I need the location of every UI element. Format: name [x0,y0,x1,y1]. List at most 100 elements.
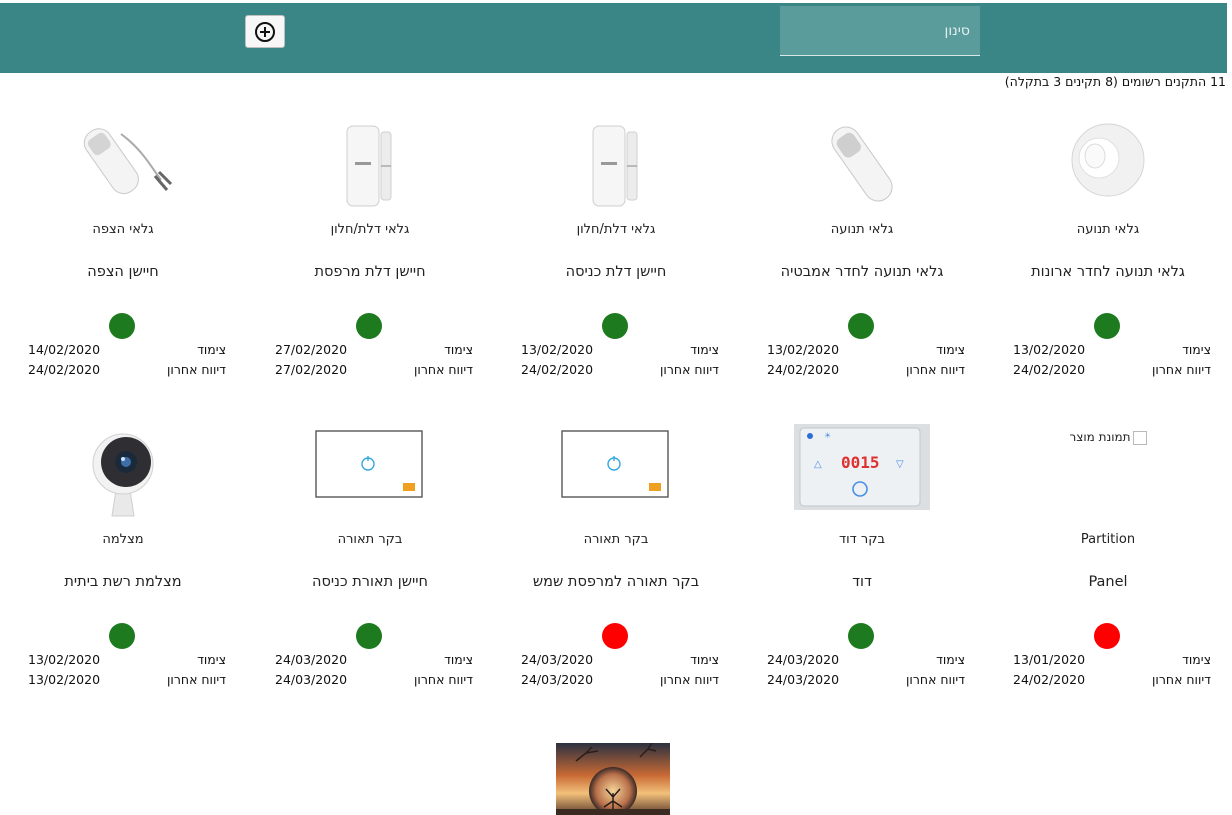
status-indicator [848,313,874,339]
last-report-label: דיווח אחרון [414,672,473,687]
last-report-date: 24/03/2020 [521,672,594,687]
device-type: גלאי דלת/חלון [330,222,410,237]
device-image [247,124,493,216]
device-card[interactable]: בקר תאורה חיישן תאורת כניסה צימוד 24/03/202… [247,430,493,730]
device-card[interactable]: מצלמה מצלמת רשת ביתית צימוד 13/02/2020 דיווח… [0,430,246,730]
last-report-date: 24/02/2020 [28,362,101,377]
device-type: גלאי הצפה [92,222,154,237]
last-report-label: דיווח אחרון [906,362,965,377]
device-image [739,120,985,212]
svg-text:▽: ▽ [896,459,904,470]
status-indicator [109,313,135,339]
device-image [247,430,493,522]
add-circle-icon [255,21,275,42]
device-type: גלאי תנועה [830,222,894,237]
last-report-label: דיווח אחרון [414,362,473,377]
device-card[interactable]: תמונת מוצר Partition Panel צימוד 13/01/2020 ד… [985,430,1231,730]
pairing-date: 13/02/2020 [28,652,101,667]
status-indicator [1094,313,1120,339]
device-card[interactable]: גלאי תנועה גלאי תנועה לחדר ארונות צימוד 13/… [985,120,1231,420]
last-report-date: 24/03/2020 [275,672,348,687]
device-name: גלאי תנועה לחדר ארונות [1031,264,1185,280]
add-device-button[interactable] [245,15,285,48]
svg-text:☀: ☀ [824,431,831,440]
last-report-date: 13/02/2020 [28,672,101,687]
pairing-label: צימוד [936,652,965,667]
last-report-label: דיווח אחרון [660,672,719,687]
device-type: מצלמה [102,532,144,547]
last-report-date: 24/03/2020 [767,672,840,687]
last-report-label: דיווח אחרון [1152,672,1211,687]
status-indicator [602,623,628,649]
status-indicator [356,313,382,339]
device-name: חיישן הצפה [87,264,159,280]
device-type: גלאי דלת/חלון [576,222,656,237]
device-card[interactable]: גלאי דלת/חלון חיישן דלת מרפסת צימוד 27/02/2… [247,120,493,420]
last-report-label: דיווח אחרון [660,362,719,377]
device-type: בקר תאורה [583,532,649,547]
device-name: Panel [1088,574,1128,590]
filter-input[interactable] [780,6,980,55]
pairing-date: 14/02/2020 [28,342,101,357]
svg-text:0015: 0015 [841,453,880,472]
device-name: חיישן דלת מרפסת [314,264,426,280]
last-report-label: דיווח אחרון [906,672,965,687]
image-alt-text: תמונת מוצר [1069,430,1131,444]
last-report-date: 27/02/2020 [275,362,348,377]
device-image: תמונת מוצר [985,430,1231,522]
device-image [0,120,246,212]
pairing-label: צימוד [444,652,473,667]
device-card[interactable]: גלאי הצפה חיישן הצפה צימוד 14/02/2020 דיווח … [0,120,246,420]
broken-image-icon: תמונת מוצר [1069,430,1147,445]
device-card[interactable]: ☀ △ ▽ 0015 בקר דוד דוד צימוד 24/03/2020 דיווח אח… [739,424,985,730]
pairing-label: צימוד [1182,652,1211,667]
pairing-date: 27/02/2020 [275,342,348,357]
device-name: דוד [852,574,872,590]
device-type: בקר דוד [839,532,885,547]
device-image: ☀ △ ▽ 0015 [739,424,985,516]
device-image [985,120,1231,212]
last-report-date: 24/02/2020 [1013,362,1086,377]
pairing-date: 13/02/2020 [1013,342,1086,357]
pairing-label: צימוד [197,652,226,667]
pairing-label: צימוד [690,652,719,667]
last-report-label: דיווח אחרון [167,362,226,377]
pairing-label: צימוד [690,342,719,357]
pairing-label: צימוד [936,342,965,357]
filter-field[interactable] [780,6,980,56]
pairing-date: 24/03/2020 [767,652,840,667]
device-card[interactable]: בקר תאורה בקר תאורה למרפסת שמש צימוד 24/03/… [493,430,739,730]
status-indicator [602,313,628,339]
device-name: חיישן תאורת כניסה [312,574,428,590]
pairing-label: צימוד [1182,342,1211,357]
pairing-date: 24/03/2020 [275,652,348,667]
device-image [493,430,739,522]
device-type: בקר תאורה [337,532,403,547]
header-bar [0,3,1227,73]
pairing-date: 24/03/2020 [521,652,594,667]
status-indicator [848,623,874,649]
device-type: גלאי תנועה [1076,222,1140,237]
device-name: גלאי תנועה לחדר אמבטיה [780,264,944,280]
pairing-date: 13/01/2020 [1013,652,1086,667]
device-image [0,432,246,524]
device-image [493,124,739,216]
last-report-label: דיווח אחרון [167,672,226,687]
pairing-date: 13/02/2020 [767,342,840,357]
devices-summary: 11 התקנים רשומים (8 תקינים 3 בתקלה) [1004,74,1226,89]
status-indicator [109,623,135,649]
crystal-ball-photo [556,743,670,815]
pairing-label: צימוד [197,342,226,357]
last-report-date: 24/02/2020 [1013,672,1086,687]
status-indicator [1094,623,1120,649]
last-report-label: דיווח אחרון [1152,362,1211,377]
device-name: בקר תאורה למרפסת שמש [532,574,700,590]
device-name: חיישן דלת כניסה [565,264,667,280]
device-card[interactable]: גלאי תנועה גלאי תנועה לחדר אמבטיה צימוד 13/… [739,120,985,420]
pairing-date: 13/02/2020 [521,342,594,357]
device-type: Partition [1080,532,1136,547]
device-card[interactable]: גלאי דלת/חלון חיישן דלת כניסה צימוד 13/02/2… [493,120,739,420]
device-name: מצלמת רשת ביתית [64,574,182,590]
status-indicator [356,623,382,649]
last-report-date: 24/02/2020 [767,362,840,377]
